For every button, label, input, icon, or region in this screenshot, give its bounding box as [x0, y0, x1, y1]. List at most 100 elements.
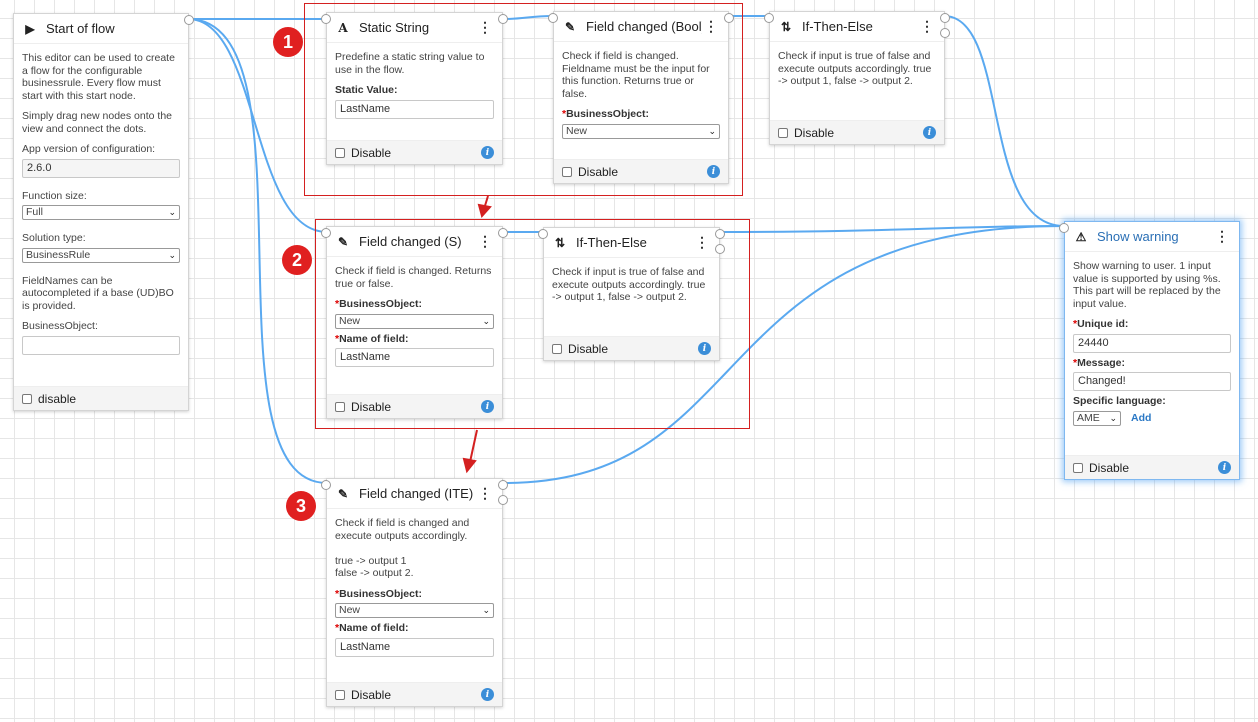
field-changed-s-title: Field changed (S) [359, 234, 462, 249]
start-description: This editor can be used to create a flow… [22, 52, 175, 102]
node-menu-icon[interactable]: ⋮ [702, 18, 720, 35]
disable-checkbox[interactable] [335, 401, 345, 412]
input-port[interactable] [538, 229, 548, 239]
disable-checkbox[interactable] [778, 127, 788, 138]
node-menu-icon[interactable]: ⋮ [918, 18, 936, 35]
if-then-else-2-header[interactable]: ⇅ If-Then-Else ⋮ [544, 228, 719, 258]
field-changed-ite-header[interactable]: ✎ Field changed (ITE) ⋮ [327, 479, 502, 509]
output-port-2[interactable] [715, 244, 725, 254]
node-menu-icon[interactable]: ⋮ [693, 234, 711, 251]
field-changed-s-description: Check if field is changed. Returns true … [335, 265, 492, 290]
text-a-icon: A [338, 20, 348, 35]
input-port[interactable] [321, 14, 331, 24]
info-icon[interactable]: i [707, 165, 720, 178]
step-badge-3: 3 [286, 491, 316, 521]
play-icon: ▶ [25, 21, 35, 36]
language-select[interactable]: AME ⌄ [1073, 410, 1121, 426]
input-port[interactable] [764, 13, 774, 23]
function-size-value: Full [26, 206, 43, 219]
disable-checkbox[interactable] [552, 343, 562, 354]
static-value-input[interactable]: LastName [335, 99, 494, 119]
disable-label: Disable [578, 164, 619, 179]
output-port-2[interactable] [940, 28, 950, 38]
disable-label: Disable [1089, 460, 1130, 475]
static-string-header[interactable]: A Static String ⋮ [327, 13, 502, 43]
field-name-input[interactable]: LastName [335, 637, 494, 657]
bo-select[interactable]: New ⌄ [335, 603, 494, 618]
info-icon[interactable]: i [481, 400, 494, 413]
info-icon[interactable]: i [1218, 461, 1231, 474]
info-icon[interactable]: i [481, 146, 494, 159]
info-icon[interactable]: i [481, 688, 494, 701]
disable-checkbox[interactable] [22, 393, 32, 404]
if-then-else-node-1[interactable]: ⇅ If-Then-Else ⋮ Check if input is true … [764, 11, 950, 145]
node-menu-icon[interactable]: ⋮ [476, 233, 494, 250]
output-port[interactable] [724, 13, 734, 23]
static-string-node[interactable]: A Static String ⋮ Predefine a static str… [321, 12, 508, 165]
node-menu-icon[interactable]: ⋮ [476, 485, 494, 502]
show-warning-header[interactable]: ⚠ Show warning ⋮ [1065, 222, 1239, 252]
app-version-field[interactable]: 2.6.0 [22, 158, 180, 178]
bo-select[interactable]: New ⌄ [335, 313, 494, 329]
output-port[interactable] [184, 15, 194, 25]
solution-type-select[interactable]: BusinessRule ⌄ [22, 247, 180, 263]
show-warning-node[interactable]: ⚠ Show warning ⋮ Show warning to user. 1… [1059, 221, 1240, 480]
output-port[interactable] [498, 14, 508, 24]
field-changed-ite-description: Check if field is changed and execute ou… [335, 517, 470, 579]
field-changed-ite-footer: Disable i [327, 682, 502, 706]
bo-label: *BusinessObject: [335, 298, 422, 310]
info-icon[interactable]: i [923, 126, 936, 139]
field-changed-bool-node[interactable]: ✎ Field changed (Bool) ⋮ Check if field … [548, 11, 734, 184]
step-badge-1: 1 [273, 27, 303, 57]
wire-ite-2-to-show-warning [719, 225, 1065, 233]
unique-id-label: *Unique id: [1073, 318, 1129, 330]
disable-label: Disable [794, 125, 835, 140]
output-port-2[interactable] [498, 495, 508, 505]
disable-label: Disable [351, 687, 392, 702]
field-changed-ite-node[interactable]: ✎ Field changed (ITE) ⋮ Check if field i… [321, 478, 508, 707]
disable-checkbox[interactable] [335, 689, 345, 700]
warning-triangle-icon: ⚠ [1075, 229, 1087, 244]
start-node-footer: disable [14, 386, 188, 410]
if-then-else-2-description: Check if input is true of false and exec… [552, 266, 706, 303]
start-hint: Simply drag new nodes onto the view and … [22, 110, 173, 135]
output-port-1[interactable] [498, 480, 508, 490]
output-port[interactable] [498, 228, 508, 238]
message-input[interactable]: Changed! [1073, 372, 1231, 391]
start-bo-input[interactable] [22, 335, 180, 355]
start-node[interactable]: ▶ Start of flow This editor can be used … [13, 13, 194, 411]
disable-checkbox[interactable] [1073, 462, 1083, 473]
node-menu-icon[interactable]: ⋮ [1213, 228, 1231, 245]
field-name-input[interactable]: LastName [335, 348, 494, 367]
output-port-1[interactable] [940, 13, 950, 23]
edit-document-icon: ✎ [337, 486, 349, 501]
input-port[interactable] [548, 13, 558, 23]
field-changed-s-header[interactable]: ✎ Field changed (S) ⋮ [327, 227, 502, 257]
start-node-header[interactable]: ▶ Start of flow [14, 14, 188, 44]
function-size-select[interactable]: Full ⌄ [22, 205, 180, 220]
disable-checkbox[interactable] [335, 147, 345, 158]
field-changed-bool-title: Field changed (Bool) [586, 19, 702, 34]
bo-label: *BusinessObject: [562, 108, 649, 120]
input-port[interactable] [321, 228, 331, 238]
bo-label: *BusinessObject: [335, 587, 422, 600]
input-port[interactable] [1059, 223, 1069, 233]
node-menu-icon[interactable]: ⋮ [476, 19, 494, 36]
output-port-1[interactable] [715, 229, 725, 239]
step-badge-2: 2 [282, 245, 312, 275]
field-changed-bool-header[interactable]: ✎ Field changed (Bool) ⋮ [554, 12, 728, 42]
if-then-else-node-2[interactable]: ⇅ If-Then-Else ⋮ Check if input is true … [538, 227, 725, 361]
info-icon[interactable]: i [698, 342, 711, 355]
bo-select[interactable]: New ⌄ [562, 123, 720, 139]
edit-document-icon: ✎ [564, 19, 576, 34]
message-label: *Message: [1073, 356, 1125, 369]
static-string-title: Static String [359, 20, 430, 35]
add-language-button[interactable]: Add [1131, 412, 1151, 425]
field-changed-s-node[interactable]: ✎ Field changed (S) ⋮ Check if field is … [321, 226, 508, 419]
unique-id-input[interactable]: 24440 [1073, 333, 1231, 353]
if-then-else-1-header[interactable]: ⇅ If-Then-Else ⋮ [770, 12, 944, 42]
chevron-down-icon: ⌄ [168, 249, 176, 260]
branch-icon: ⇅ [780, 19, 792, 34]
input-port[interactable] [321, 480, 331, 490]
disable-checkbox[interactable] [562, 166, 572, 177]
